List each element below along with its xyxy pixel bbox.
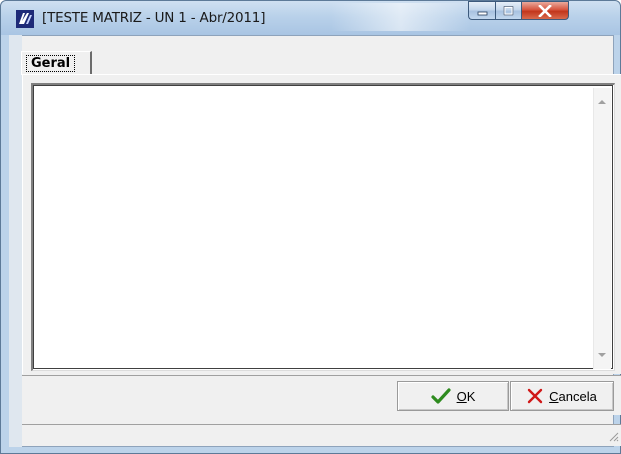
close-icon — [538, 4, 552, 17]
status-bar — [22, 424, 621, 446]
caption-buttons — [468, 1, 569, 21]
cancel-button[interactable]: Cancela — [510, 381, 614, 411]
tab-geral[interactable]: Geral — [21, 51, 92, 75]
window-title: [TESTE MATRIZ - UN 1 - Abr/2011] — [42, 10, 266, 26]
minimize-button[interactable] — [468, 1, 495, 20]
maximize-button[interactable] — [495, 1, 521, 20]
memo-textarea[interactable] — [31, 83, 615, 371]
close-button[interactable] — [521, 1, 569, 20]
checkmark-icon — [430, 388, 451, 404]
left-panel-strip — [9, 35, 22, 447]
scroll-down-arrow-icon[interactable] — [598, 353, 606, 357]
maximize-icon — [503, 5, 514, 15]
cancel-label: Cancela — [549, 388, 597, 404]
dialog-window: [TESTE MATRIZ - UN 1 - Abr/2011] Geral O… — [0, 0, 621, 454]
scroll-up-arrow-icon[interactable] — [598, 100, 606, 104]
minimize-icon — [477, 11, 487, 15]
vertical-scrollbar[interactable] — [593, 88, 611, 369]
x-mark-icon — [527, 388, 543, 404]
resize-grip-icon[interactable] — [607, 430, 619, 442]
tab-label: Geral — [26, 55, 76, 72]
ok-button[interactable]: OK — [397, 381, 509, 411]
app-logo-icon — [16, 10, 34, 28]
ok-label: OK — [456, 388, 476, 404]
